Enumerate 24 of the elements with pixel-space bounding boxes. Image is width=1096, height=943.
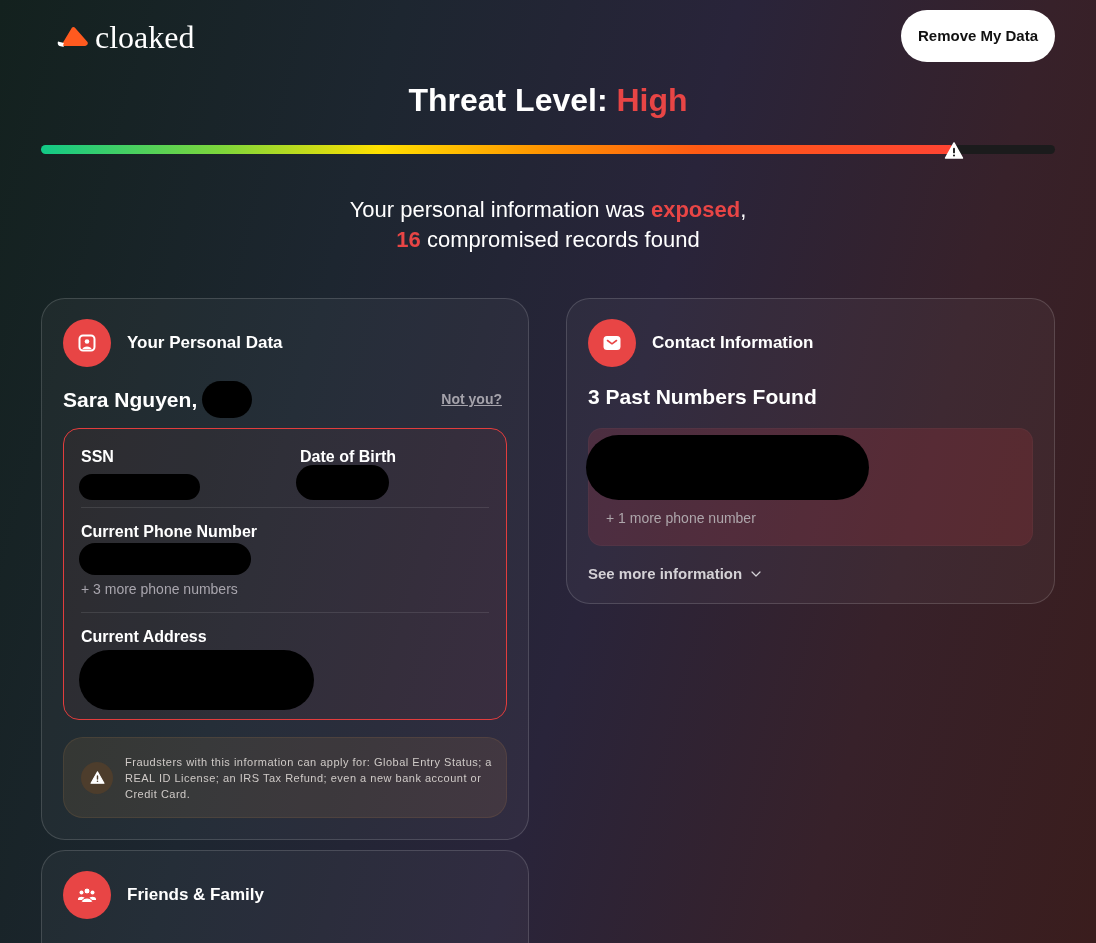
field-label: Current Phone Number <box>81 522 257 542</box>
people-icon <box>63 871 111 919</box>
person-icon <box>63 319 111 367</box>
past-numbers-heading: 3 Past Numbers Found <box>588 384 818 410</box>
logo-icon <box>57 26 89 48</box>
more-numbers-note: + 3 more phone numbers <box>81 580 238 599</box>
field-label: Current Address <box>81 627 207 647</box>
redaction-block <box>202 381 253 418</box>
summary-text: Your personal information was exposed, 16 compromised records found <box>348 196 748 254</box>
card-title: Friends & Family <box>127 884 264 906</box>
warning-icon <box>81 761 113 794</box>
logo-text: cloaked <box>95 21 195 53</box>
see-more-button[interactable]: See more information <box>588 564 765 584</box>
threat-level-title: Threat Level: High <box>407 81 689 120</box>
envelope-icon <box>588 319 636 367</box>
remove-data-button[interactable]: Remove My Data <box>901 10 1055 62</box>
field-label: SSN <box>81 447 114 467</box>
card-title: Contact Information <box>652 332 814 354</box>
field-label: Date of Birth <box>300 447 396 467</box>
card-title: Your Personal Data <box>127 332 283 354</box>
more-numbers-note: + 1 more phone number <box>605 509 757 528</box>
warning-text: Fraudsters with this information can apply for: Global Entry Status; a REAL ID License; an IRS Tax Refund; even a new bank account or Credit Card. <box>125 754 493 802</box>
person-name: Sara Nguyen, <box>63 386 198 413</box>
not-you-link[interactable]: Not you? <box>441 389 502 410</box>
